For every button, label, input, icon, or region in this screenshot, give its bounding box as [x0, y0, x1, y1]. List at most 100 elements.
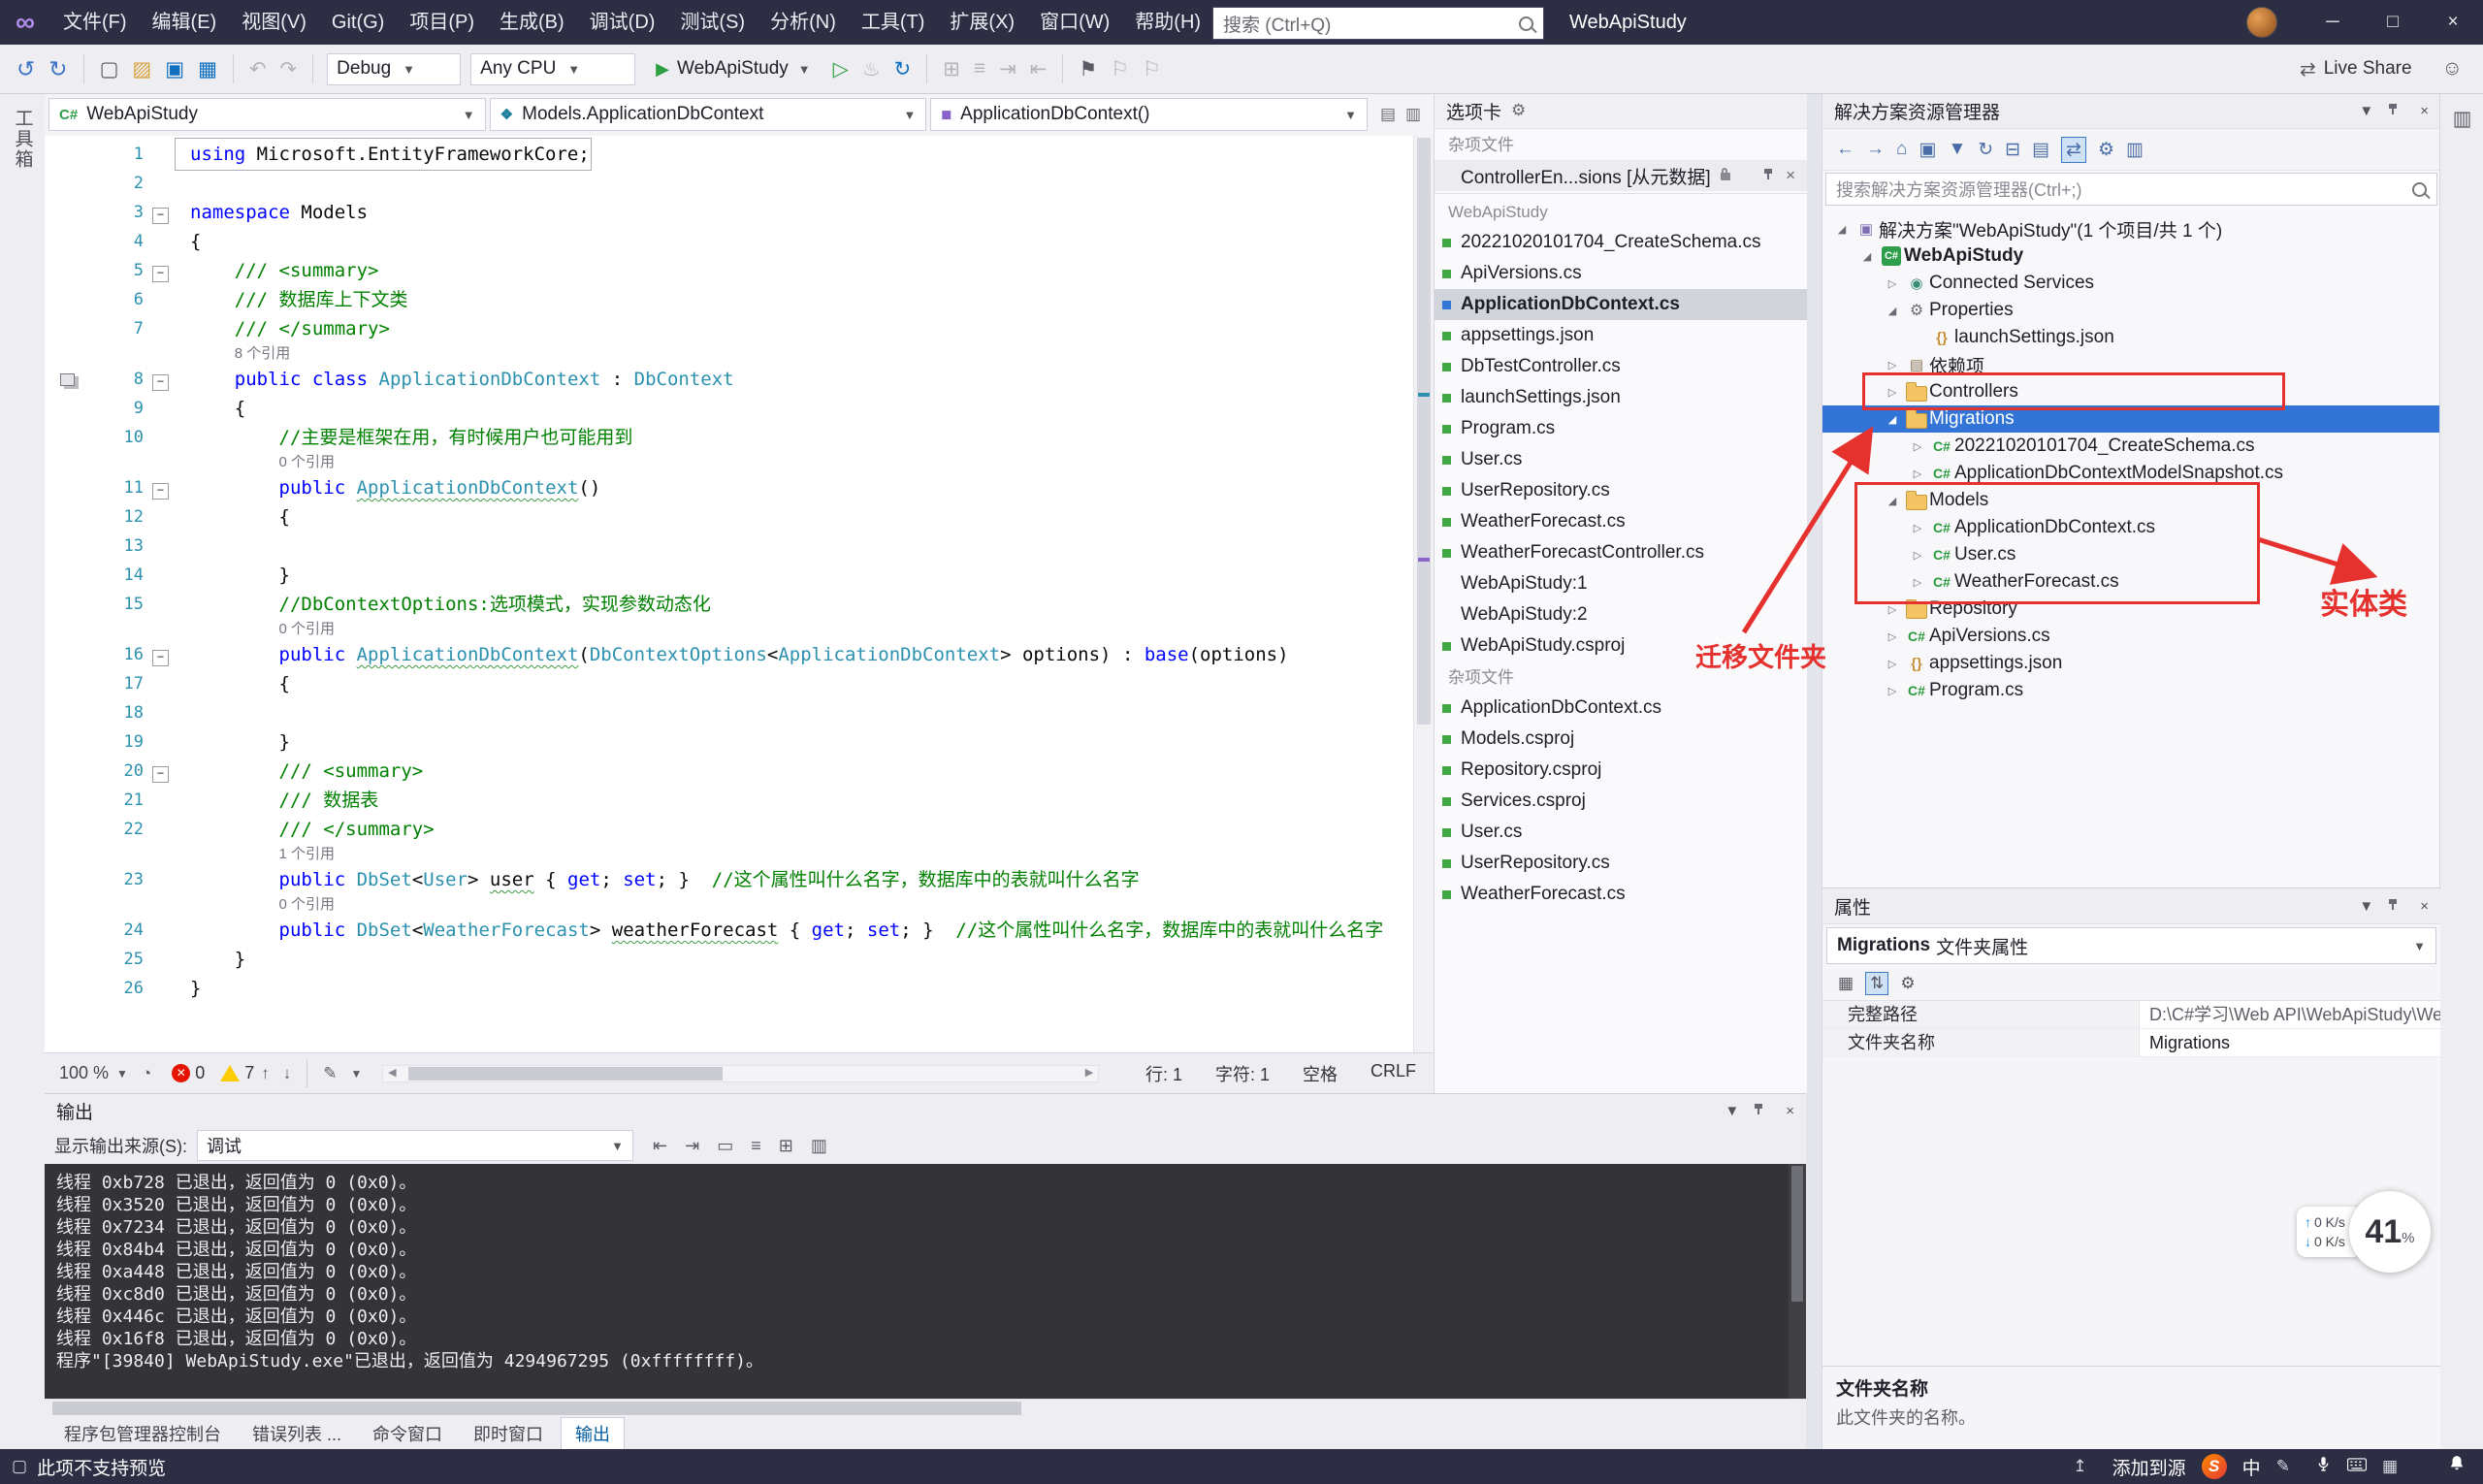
toggle-view-icon[interactable]: ▥ [1405, 105, 1421, 124]
close-icon[interactable]: × [1786, 1103, 1794, 1119]
fold-collapse-icon[interactable]: − [152, 374, 169, 391]
tree-item[interactable]: {}launchSettings.json [1822, 324, 2440, 351]
editor-vertical-scrollbar[interactable] [1413, 136, 1434, 1053]
warning-count[interactable]: 7 [244, 1063, 254, 1083]
docked-panel-icon[interactable]: ▥ [2440, 107, 2483, 131]
sogou-ime-icon[interactable]: S [2202, 1454, 2227, 1479]
save-all-icon[interactable]: ▦ [198, 57, 217, 81]
tree-item[interactable]: ◢⚙Properties [1822, 297, 2440, 324]
property-row[interactable]: 完整路径D:\C#学习\Web API\WebApiStudy\We [1822, 1001, 2440, 1029]
close-icon[interactable]: × [1782, 166, 1799, 185]
bookmark-icon[interactable]: ⚑ [1079, 57, 1097, 81]
menu-item[interactable]: 文件(F) [50, 0, 140, 45]
code-text[interactable]: { [177, 394, 245, 423]
document-tab[interactable]: Models.csproj [1435, 724, 1807, 755]
editor-horizontal-scrollbar[interactable]: ◀ ▶ [382, 1065, 1099, 1082]
expander-icon[interactable]: ▷ [1881, 386, 1904, 399]
add-to-source-control-label[interactable]: 添加到源 [2112, 1454, 2186, 1480]
outdent-icon[interactable]: ⇤ [1030, 57, 1048, 81]
code-cleanup-icon[interactable]: ✎ [323, 1064, 337, 1083]
document-tab[interactable]: 20221020101704_CreateSchema.cs [1435, 227, 1807, 258]
refresh-icon[interactable]: ↻ [1978, 139, 1993, 161]
tree-item[interactable]: ▷C#WeatherForecast.cs [1822, 568, 2440, 596]
back-icon[interactable]: ← [1836, 139, 1854, 160]
scrollbar-thumb[interactable] [408, 1067, 723, 1081]
new-project-icon[interactable]: ▢ [100, 57, 119, 81]
expander-icon[interactable]: ◢ [1830, 223, 1854, 236]
alphabetical-icon[interactable]: ⇅ [1865, 972, 1888, 995]
clear-all-icon[interactable]: ▭ [717, 1136, 733, 1156]
pinned-document-tab[interactable]: ControllerEn...sions [从元数据]× [1435, 160, 1807, 191]
show-all-files-icon[interactable]: ▤ [2032, 139, 2049, 161]
quick-search-box[interactable]: 搜索 (Ctrl+Q) [1212, 7, 1544, 40]
scrollbar-thumb[interactable] [1417, 138, 1431, 725]
configuration-select[interactable]: Debug ▼ [327, 53, 461, 85]
code-text[interactable]: public ApplicationDbContext() [177, 473, 600, 502]
code-text[interactable]: } [177, 727, 290, 757]
redo-icon[interactable]: ↷ [280, 57, 298, 81]
tree-item[interactable]: ▷C#ApplicationDbContext.cs [1822, 514, 2440, 541]
add-to-source-control-icon[interactable]: ↥ [2073, 1457, 2086, 1476]
code-text[interactable]: { [177, 502, 290, 532]
navigate-forward-icon[interactable]: ↻ [48, 56, 67, 82]
code-text[interactable]: } [177, 561, 290, 590]
expander-icon[interactable]: ▷ [1906, 468, 1929, 480]
document-tab[interactable]: User.cs [1435, 444, 1807, 475]
tree-item[interactable]: ◢▣解决方案"WebApiStudy"(1 个项目/共 1 个) [1822, 215, 2440, 242]
live-share-button[interactable]: ⇄ Live Share [2300, 57, 2412, 81]
zoom-select[interactable]: 100 % ▼ [52, 1059, 135, 1088]
net-speed-widget[interactable]: ↑0 K/s ↓0 K/s 41 % [2297, 1191, 2431, 1273]
expander-icon[interactable]: ▷ [1881, 630, 1904, 643]
codelens-references[interactable]: 1 个引用 [177, 844, 335, 865]
expander-icon[interactable]: ▷ [1881, 359, 1904, 371]
feedback-icon[interactable]: ☺ [2442, 57, 2463, 81]
scrollbar-thumb[interactable] [52, 1402, 1021, 1415]
home-icon[interactable]: ⌂ [1896, 139, 1907, 160]
breadcrumb-method-select[interactable]: ◼ApplicationDbContext()▼ [930, 98, 1368, 131]
maximize-button[interactable]: □ [2363, 0, 2423, 45]
tree-item[interactable]: ▷C#User.cs [1822, 541, 2440, 568]
expander-icon[interactable]: ▷ [1881, 277, 1904, 290]
tree-item[interactable]: ▷C#ApiVersions.cs [1822, 623, 2440, 650]
code-text[interactable]: /// <summary> [177, 256, 378, 285]
tree-item[interactable]: ▷◉Connected Services [1822, 270, 2440, 297]
chevron-down-icon[interactable]: ▼ [2359, 103, 2373, 119]
ime-mode-indicator[interactable]: 中 [2242, 1454, 2261, 1480]
properties-icon[interactable]: ⚙ [2098, 139, 2114, 161]
tree-item[interactable]: ▷Controllers [1822, 378, 2440, 405]
tool-window-tab[interactable]: 错误列表 ... [239, 1418, 355, 1449]
property-pages-icon[interactable]: ⚙ [1900, 974, 1915, 993]
fold-collapse-icon[interactable]: − [152, 483, 169, 500]
open-file-icon[interactable]: ▨ [132, 57, 151, 81]
menu-item[interactable]: 项目(P) [397, 0, 487, 45]
code-text[interactable]: //主要是框架在用，有时候用户也可能用到 [177, 423, 632, 452]
previous-bookmark-icon[interactable]: ⚐ [1111, 57, 1129, 81]
categorized-icon[interactable]: ▦ [1838, 974, 1854, 993]
pending-changes-filter-icon[interactable]: ▼ [1948, 139, 1966, 160]
document-tab[interactable]: ApplicationDbContext.cs [1435, 693, 1807, 724]
codelens-references[interactable]: 0 个引用 [177, 452, 335, 473]
expander-icon[interactable]: ◢ [1855, 250, 1879, 263]
expander-icon[interactable]: ▷ [1881, 603, 1904, 616]
menu-item[interactable]: 生成(B) [487, 0, 577, 45]
document-tab[interactable]: WebApiStudy.csproj [1435, 630, 1807, 661]
codelens-references[interactable]: 0 个引用 [177, 894, 335, 916]
code-text[interactable]: public DbSet<WeatherForecast> weatherFor… [177, 916, 1383, 945]
forward-icon[interactable]: → [1866, 139, 1885, 160]
pin-icon[interactable] [1753, 1104, 1764, 1118]
code-text[interactable] [177, 169, 190, 198]
chevron-down-icon[interactable]: ▼ [1725, 1103, 1739, 1119]
tool-window-tab[interactable]: 程序包管理器控制台 [50, 1418, 235, 1449]
keyboard-icon[interactable] [2347, 1456, 2367, 1477]
codelens-references[interactable]: 8 个引用 [177, 343, 290, 365]
expander-icon[interactable]: ▷ [1906, 440, 1929, 453]
expander-icon[interactable]: ◢ [1881, 305, 1904, 317]
word-wrap-icon[interactable]: ≡ [751, 1136, 761, 1156]
notifications-bell-icon[interactable] [2448, 1455, 2466, 1478]
next-issue-icon[interactable]: ↓ [283, 1064, 292, 1083]
hot-reload-icon[interactable]: ♨ [862, 57, 881, 81]
minimize-button[interactable]: ─ [2303, 0, 2363, 45]
expander-icon[interactable]: ▷ [1881, 658, 1904, 670]
new-window-icon[interactable]: ▥ [811, 1136, 827, 1156]
undo-icon[interactable]: ↶ [249, 57, 267, 81]
